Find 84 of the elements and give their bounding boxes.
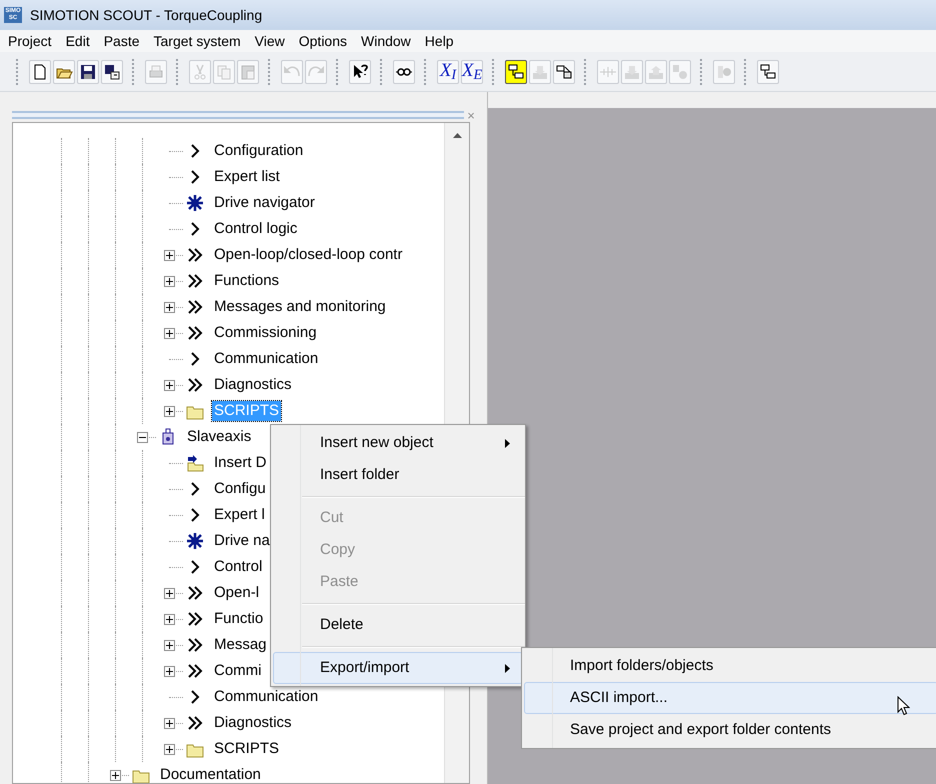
- download-icon: [103, 62, 121, 80]
- print-icon: [147, 62, 165, 80]
- tree-expander[interactable]: [110, 770, 121, 780]
- tree-expander[interactable]: [164, 666, 175, 676]
- menu-item[interactable]: Target system: [154, 30, 241, 52]
- menu-item[interactable]: Help: [424, 30, 454, 52]
- tree-item[interactable]: Documentation: [158, 765, 263, 783]
- double-chevron-icon: [186, 324, 204, 342]
- tree-item[interactable]: Diagnostics: [212, 713, 294, 733]
- menu-item[interactable]: View: [254, 30, 285, 52]
- menu-item[interactable]: Window: [361, 30, 411, 52]
- tree-item[interactable]: Commissioning: [212, 323, 319, 343]
- tree-item[interactable]: Open-l: [212, 583, 262, 603]
- tree-item[interactable]: Drive na: [212, 531, 272, 551]
- double-chevron-icon: [186, 272, 204, 290]
- double-chevron-icon: [186, 584, 204, 602]
- tree-item[interactable]: Slaveaxis: [185, 427, 254, 447]
- tree-item[interactable]: Expert l: [212, 505, 267, 525]
- scroll-up-icon[interactable]: [452, 133, 462, 138]
- tree-expander[interactable]: [164, 406, 175, 416]
- stack-icon: [555, 62, 573, 80]
- tree-item[interactable]: Configu: [212, 479, 268, 499]
- tree-item[interactable]: Messag: [212, 635, 269, 655]
- double-chevron-icon: [186, 246, 204, 264]
- save-icon: [79, 62, 97, 80]
- tree-expander[interactable]: [164, 588, 175, 598]
- tree-item[interactable]: Commi: [212, 661, 264, 681]
- menu-item[interactable]: Insert folder: [273, 459, 523, 491]
- tree-expander[interactable]: [164, 328, 175, 338]
- menu-item[interactable]: Options: [298, 30, 347, 52]
- paste-icon: [239, 62, 257, 80]
- tree-item[interactable]: Diagnostics: [212, 375, 294, 395]
- window-title: SIMOTION SCOUT - TorqueCoupling: [30, 6, 262, 25]
- copy-icon: [215, 62, 233, 80]
- tree-item[interactable]: Messages and monitoring: [212, 297, 388, 317]
- tree-item[interactable]: Communication: [212, 687, 320, 707]
- tree-expander[interactable]: [164, 640, 175, 650]
- tree-item[interactable]: Insert D: [212, 453, 269, 473]
- tree-item[interactable]: Expert list: [212, 167, 282, 187]
- insert-folder-icon: [186, 454, 204, 472]
- double-chevron-icon: [186, 636, 204, 654]
- compare-icon: [671, 62, 689, 80]
- double-chevron-icon: [186, 714, 204, 732]
- double-chevron-icon: [186, 298, 204, 316]
- menu-item[interactable]: Edit: [66, 30, 90, 52]
- submenu-arrow-icon: [505, 439, 510, 448]
- help-icon: [351, 62, 369, 80]
- tree-item[interactable]: Functio: [212, 609, 266, 629]
- tree-item[interactable]: SCRIPTS: [212, 739, 282, 759]
- menu-item[interactable]: Delete: [273, 609, 523, 641]
- tree-item[interactable]: Control: [212, 557, 264, 577]
- tree-item[interactable]: Functions: [212, 271, 282, 291]
- tree-expander[interactable]: [164, 302, 175, 312]
- menu-item[interactable]: Import folders/objects: [524, 650, 936, 682]
- symbol-button[interactable]: X$_{E}$: [461, 60, 483, 84]
- tree-expander[interactable]: [164, 718, 175, 728]
- menu-item[interactable]: Save project and export folder contents: [524, 714, 936, 746]
- submenu-arrow-icon: [505, 664, 510, 673]
- tree-expander[interactable]: [137, 432, 148, 442]
- menu-item[interactable]: ASCII import...: [524, 682, 936, 714]
- network-icon: [507, 62, 525, 80]
- mouse-cursor-icon: [897, 696, 910, 716]
- tree-item[interactable]: Control logic: [212, 219, 300, 239]
- star-icon: [186, 194, 204, 212]
- tree-item[interactable]: Open-loop/closed-loop contr: [212, 245, 404, 265]
- menu-item[interactable]: Insert new object: [273, 427, 523, 459]
- symbol-button[interactable]: X$_{I}$: [437, 60, 459, 84]
- double-chevron-icon: [186, 376, 204, 394]
- tree-expander[interactable]: [164, 380, 175, 390]
- network-icon: [759, 62, 777, 80]
- double-chevron-icon: [186, 662, 204, 680]
- menu-item[interactable]: Export/import: [273, 652, 523, 684]
- tree-expander[interactable]: [164, 744, 175, 754]
- tree-expander[interactable]: [164, 614, 175, 624]
- menu-item[interactable]: Paste: [104, 30, 140, 52]
- menu-item[interactable]: Project: [8, 30, 52, 52]
- toolbar-button[interactable]: [505, 60, 527, 84]
- tree-item[interactable]: Communication: [212, 349, 320, 369]
- tree-expander[interactable]: [164, 276, 175, 286]
- star-icon: [186, 532, 204, 550]
- tree-expander[interactable]: [164, 250, 175, 260]
- tree-item[interactable]: Drive navigator: [212, 193, 317, 213]
- double-chevron-icon: [186, 610, 204, 628]
- tree-item[interactable]: Configuration: [212, 141, 306, 161]
